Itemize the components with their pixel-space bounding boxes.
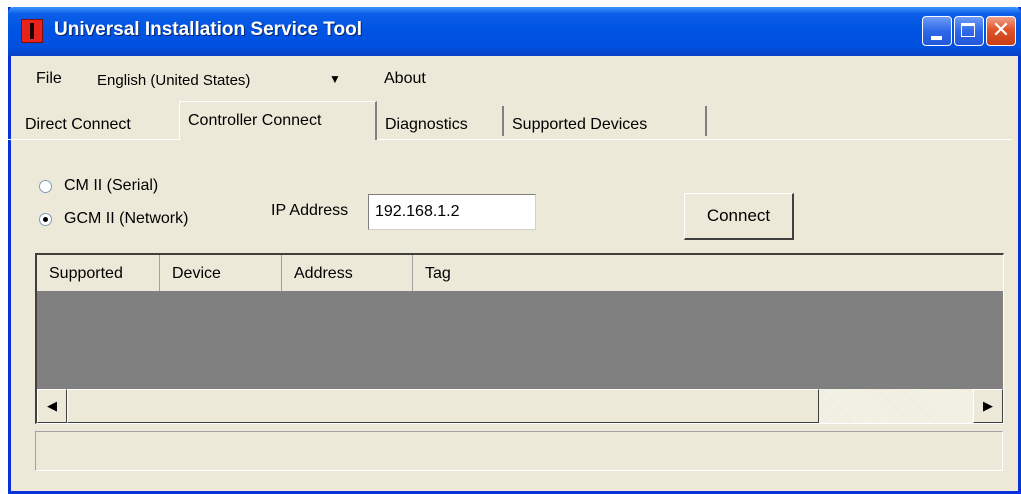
tab-label: Controller Connect xyxy=(188,112,322,129)
arrow-right-icon: ▶ xyxy=(983,398,993,413)
ip-address-input[interactable] xyxy=(368,194,536,230)
scroll-left-button[interactable]: ◀ xyxy=(37,389,67,423)
scroll-thumb[interactable] xyxy=(67,389,819,423)
tab-label: Diagnostics xyxy=(385,116,468,133)
menu-about[interactable]: About xyxy=(384,70,426,88)
scroll-right-button[interactable]: ▶ xyxy=(973,389,1003,423)
tab-label: Supported Devices xyxy=(512,116,648,133)
radio-gcm-network-label: GCM II (Network) xyxy=(64,210,189,227)
app-icon xyxy=(21,19,43,43)
language-value: English (United States) xyxy=(97,72,251,89)
window-title: Universal Installation Service Tool xyxy=(54,19,362,40)
menu-file[interactable]: File xyxy=(36,70,62,88)
tab-panel-border xyxy=(8,139,1012,140)
tab-diagnostics[interactable]: Diagnostics xyxy=(377,106,504,136)
close-button[interactable]: ✕ xyxy=(986,16,1016,46)
device-list[interactable]: Supported Device Address Tag ◀ ▶ xyxy=(35,253,1004,424)
tab-direct-connect[interactable]: Direct Connect xyxy=(17,106,183,136)
ip-address-label: IP Address xyxy=(271,202,349,219)
close-icon: ✕ xyxy=(991,18,1011,43)
radio-cm-serial[interactable] xyxy=(39,180,52,193)
tab-label: Direct Connect xyxy=(25,116,131,133)
horizontal-scrollbar[interactable]: ◀ ▶ xyxy=(37,389,1003,423)
arrow-left-icon: ◀ xyxy=(47,398,57,413)
column-header-device[interactable]: Device xyxy=(160,255,282,291)
tab-supported-devices[interactable]: Supported Devices xyxy=(504,106,707,136)
list-header: Supported Device Address Tag xyxy=(37,255,1003,291)
tab-controller-connect[interactable]: Controller Connect xyxy=(179,101,377,140)
column-header-tag[interactable]: Tag xyxy=(413,255,1003,291)
radio-cm-serial-label: CM II (Serial) xyxy=(64,177,159,194)
radio-gcm-network[interactable] xyxy=(39,213,52,226)
chevron-down-icon: ▼ xyxy=(329,72,341,86)
column-label: Address xyxy=(294,265,353,282)
column-label: Tag xyxy=(425,265,451,282)
minimize-button[interactable] xyxy=(922,16,952,46)
column-label: Device xyxy=(172,265,221,282)
column-header-supported[interactable]: Supported xyxy=(37,255,160,291)
connect-button[interactable]: Connect xyxy=(684,193,794,240)
column-header-address[interactable]: Address xyxy=(282,255,413,291)
column-label: Supported xyxy=(49,265,123,282)
language-select[interactable]: English (United States) ▼ xyxy=(88,66,357,96)
maximize-button[interactable] xyxy=(954,16,984,46)
status-bar xyxy=(35,431,1003,471)
